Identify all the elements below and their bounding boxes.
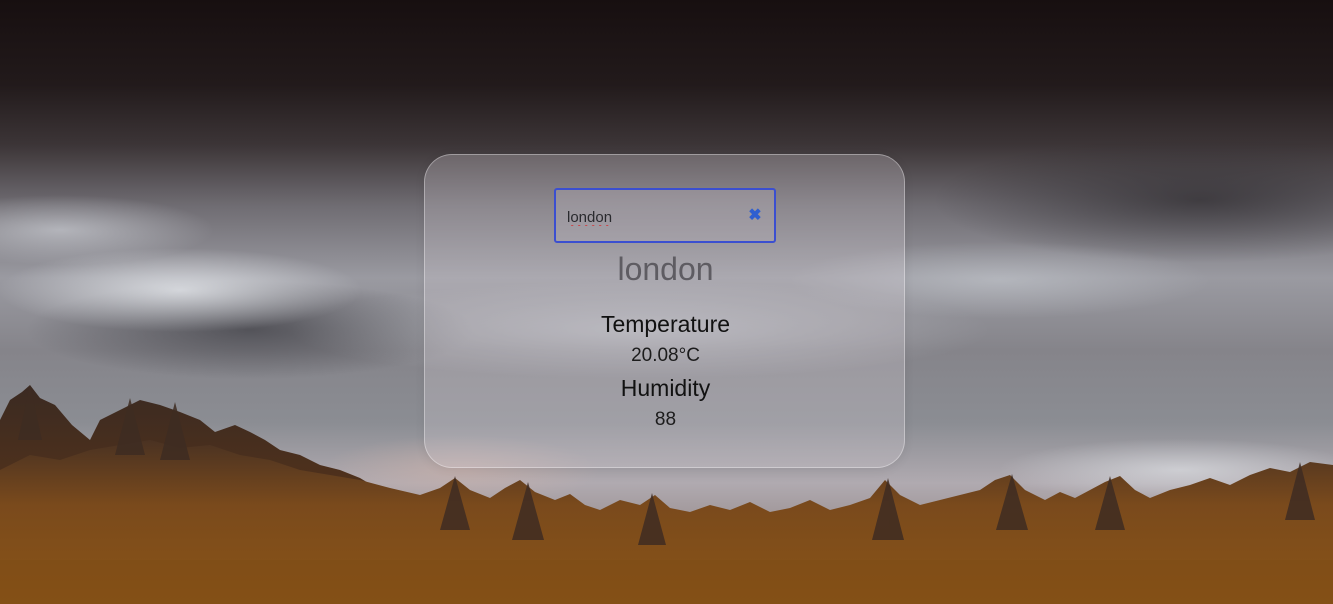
humidity-label: Humidity xyxy=(620,375,711,401)
weather-card: ✖ london Temperature 20.08°C Humidity 88 xyxy=(424,154,905,468)
search-box: ✖ xyxy=(554,188,776,243)
temperature-label: Temperature xyxy=(600,311,731,337)
temperature-value: 20.08°C xyxy=(631,345,700,366)
humidity-value: 88 xyxy=(654,409,677,430)
close-icon[interactable]: ✖ xyxy=(748,207,762,225)
city-name: london xyxy=(617,251,714,287)
city-search-input[interactable] xyxy=(567,207,737,227)
